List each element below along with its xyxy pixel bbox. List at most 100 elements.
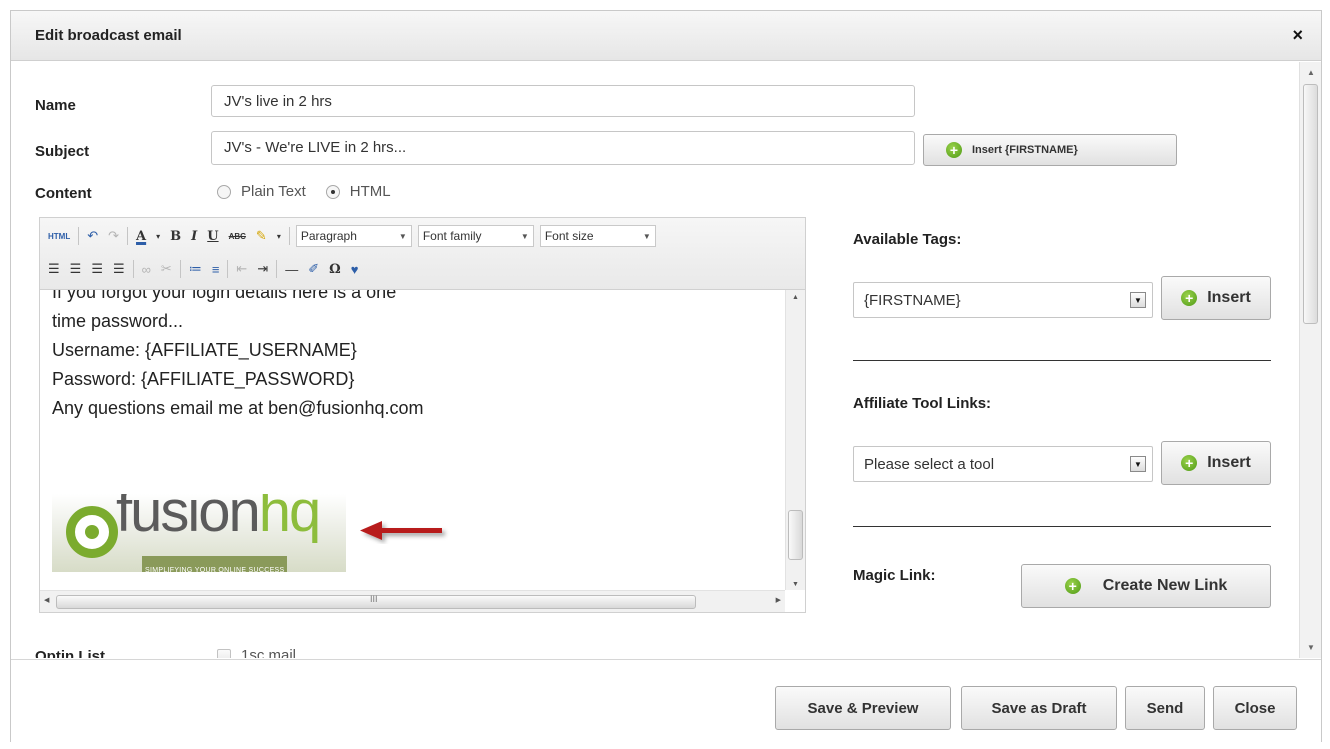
create-new-link-button[interactable]: + Create New Link	[1021, 564, 1271, 608]
chevron-down-icon: ▼	[1130, 456, 1146, 472]
toolbar-separator	[127, 227, 129, 245]
font-size-select-value: Font size	[544, 229, 594, 243]
edit-broadcast-dialog: Edit broadcast email × Name JV's live in…	[10, 10, 1322, 743]
dialog-vertical-scrollbar[interactable]: ▲ ▼	[1299, 62, 1321, 658]
horizontal-rule-icon[interactable]: —	[283, 262, 300, 277]
scroll-up-icon[interactable]: ▲	[1307, 68, 1315, 77]
plus-icon: +	[1064, 578, 1081, 594]
align-left-icon[interactable]: ☰	[46, 261, 62, 277]
subject-label: Subject	[35, 143, 90, 160]
fusionhq-logo-mark	[66, 506, 118, 558]
bullet-list-icon[interactable]: ≔	[187, 261, 204, 277]
editor-text-line: Password: {AFFILIATE_PASSWORD}	[52, 369, 355, 389]
edit-image-icon[interactable]: ✐	[306, 261, 321, 277]
fusionhq-logo-text: fusionhq	[116, 494, 321, 541]
highlight-color-icon[interactable]: ✎	[254, 228, 269, 244]
toolbar-separator	[227, 260, 229, 278]
available-tags-select[interactable]: {FIRSTNAME} ▼	[853, 282, 1153, 318]
font-size-select[interactable]: Font size ▼	[539, 225, 656, 247]
scroll-left-icon[interactable]: ◀	[44, 596, 49, 604]
scroll-right-icon[interactable]: ▶	[776, 596, 781, 604]
create-new-link-label: Create New Link	[1102, 577, 1228, 594]
dialog-title: Edit broadcast email	[35, 27, 182, 44]
available-tags-label: Available Tags:	[853, 231, 962, 248]
editor-vertical-scrollbar[interactable]: ▲ ▼	[785, 290, 805, 590]
editor-vertical-scroll-thumb[interactable]	[788, 510, 803, 560]
editor-text-line: If you forgot your login details here is…	[52, 290, 397, 302]
editor-text-line: Any questions email me at ben@fusionhq.c…	[52, 398, 424, 418]
content-type-radios: Plain Text HTML	[217, 183, 391, 200]
affiliate-tool-select[interactable]: Please select a tool ▼	[853, 446, 1153, 482]
insert-firstname-button[interactable]: + Insert {FIRSTNAME}	[923, 134, 1177, 166]
format-select-value: Paragraph	[300, 229, 357, 243]
scroll-down-icon[interactable]: ▼	[792, 581, 799, 588]
insert-tool-link-button[interactable]: + Insert	[1161, 441, 1271, 485]
save-preview-button[interactable]: Save & Preview	[775, 686, 951, 730]
insert-tool-link-label: Insert	[1207, 454, 1251, 471]
editor-text-line: time password...	[52, 311, 184, 331]
editor-toolbar: HTML ↶ ↷ A ▾ B I U ABC ✎ ▾ Paragraph ▼ F…	[40, 218, 805, 290]
editor-text-line: Username: {AFFILIATE_USERNAME}	[52, 340, 357, 360]
html-radio-label: HTML	[349, 183, 391, 200]
insert-firstname-label: Insert {FIRSTNAME}	[972, 144, 1078, 156]
chevron-down-icon[interactable]: ▾	[154, 232, 162, 241]
link-icon[interactable]: ∞	[140, 262, 153, 277]
indent-icon[interactable]: ⇥	[255, 261, 270, 277]
toolbar-separator	[276, 260, 278, 278]
optin-list-option: 1sc mail	[217, 647, 296, 658]
font-family-select-value: Font family	[422, 229, 482, 243]
logo-text-accent: hq	[258, 494, 321, 544]
editor-content-area[interactable]: If you forgot your login details here is…	[40, 290, 785, 590]
spellcheck-icon[interactable]: ♥	[349, 262, 361, 277]
align-center-icon[interactable]: ☰	[68, 261, 84, 277]
editor-horizontal-scrollbar[interactable]: ◀ III ▶	[40, 590, 785, 612]
format-select[interactable]: Paragraph ▼	[295, 225, 412, 247]
available-tags-select-value: {FIRSTNAME}	[864, 292, 961, 309]
optin-checkbox[interactable]	[217, 648, 231, 658]
close-icon[interactable]: ×	[1292, 25, 1303, 46]
save-draft-button[interactable]: Save as Draft	[961, 686, 1117, 730]
rich-text-editor: HTML ↶ ↷ A ▾ B I U ABC ✎ ▾ Paragraph ▼ F…	[39, 217, 806, 613]
dialog-footer: Save & Preview Save as Draft Send Close	[11, 659, 1321, 743]
send-button[interactable]: Send	[1125, 686, 1205, 730]
chevron-down-icon: ▼	[642, 231, 651, 241]
dialog-scroll-thumb[interactable]	[1303, 84, 1318, 324]
html-radio[interactable]	[325, 184, 340, 199]
unlink-icon[interactable]: ✂	[159, 261, 174, 277]
divider	[853, 526, 1271, 527]
bold-icon[interactable]: B	[168, 229, 183, 244]
fusionhq-logo-image[interactable]: fusionhq SIMPLIFYING YOUR ONLINE SUCCESS	[52, 494, 346, 572]
subject-input[interactable]: JV's - We're LIVE in 2 hrs...	[211, 131, 915, 165]
redo-icon[interactable]: ↷	[106, 228, 121, 244]
underline-icon[interactable]: U	[205, 229, 220, 244]
toolbar-row-2: ☰ ☰ ☰ ☰ ∞ ✂ ≔ ≡ ⇤ ⇥ — ✐ Ω ♥	[46, 256, 360, 282]
logo-text-main: fusion	[116, 494, 261, 544]
scroll-down-icon[interactable]: ▼	[1307, 643, 1315, 652]
align-right-icon[interactable]: ☰	[89, 261, 105, 277]
html-source-button[interactable]: HTML	[46, 232, 72, 241]
fusionhq-logo-tagline: SIMPLIFYING YOUR ONLINE SUCCESS	[142, 556, 288, 572]
align-justify-icon[interactable]: ☰	[111, 261, 127, 277]
name-input[interactable]: JV's live in 2 hrs	[211, 85, 915, 117]
insert-tag-button[interactable]: + Insert	[1161, 276, 1271, 320]
close-button[interactable]: Close	[1213, 686, 1297, 730]
plus-icon: +	[1181, 290, 1198, 306]
plain-text-radio[interactable]	[217, 184, 231, 199]
numbered-list-icon[interactable]: ≡	[210, 262, 222, 277]
red-arrow-icon	[360, 521, 442, 540]
chevron-down-icon[interactable]: ▾	[275, 232, 283, 241]
font-family-select[interactable]: Font family ▼	[417, 225, 534, 247]
toolbar-separator	[288, 227, 290, 245]
strikethrough-icon[interactable]: ABC	[227, 232, 248, 241]
undo-icon[interactable]: ↶	[85, 228, 100, 244]
italic-icon[interactable]: I	[189, 229, 199, 244]
optin-list-label: Optin List	[35, 648, 105, 658]
dialog-titlebar: Edit broadcast email ×	[11, 11, 1321, 61]
optin-checkbox-label: 1sc mail	[241, 647, 297, 658]
plain-text-radio-label: Plain Text	[241, 183, 306, 200]
content-label: Content	[35, 185, 92, 202]
special-character-icon[interactable]: Ω	[327, 262, 343, 277]
scroll-up-icon[interactable]: ▲	[792, 294, 799, 301]
outdent-icon[interactable]: ⇤	[234, 261, 249, 277]
text-color-icon[interactable]: A	[134, 229, 148, 244]
